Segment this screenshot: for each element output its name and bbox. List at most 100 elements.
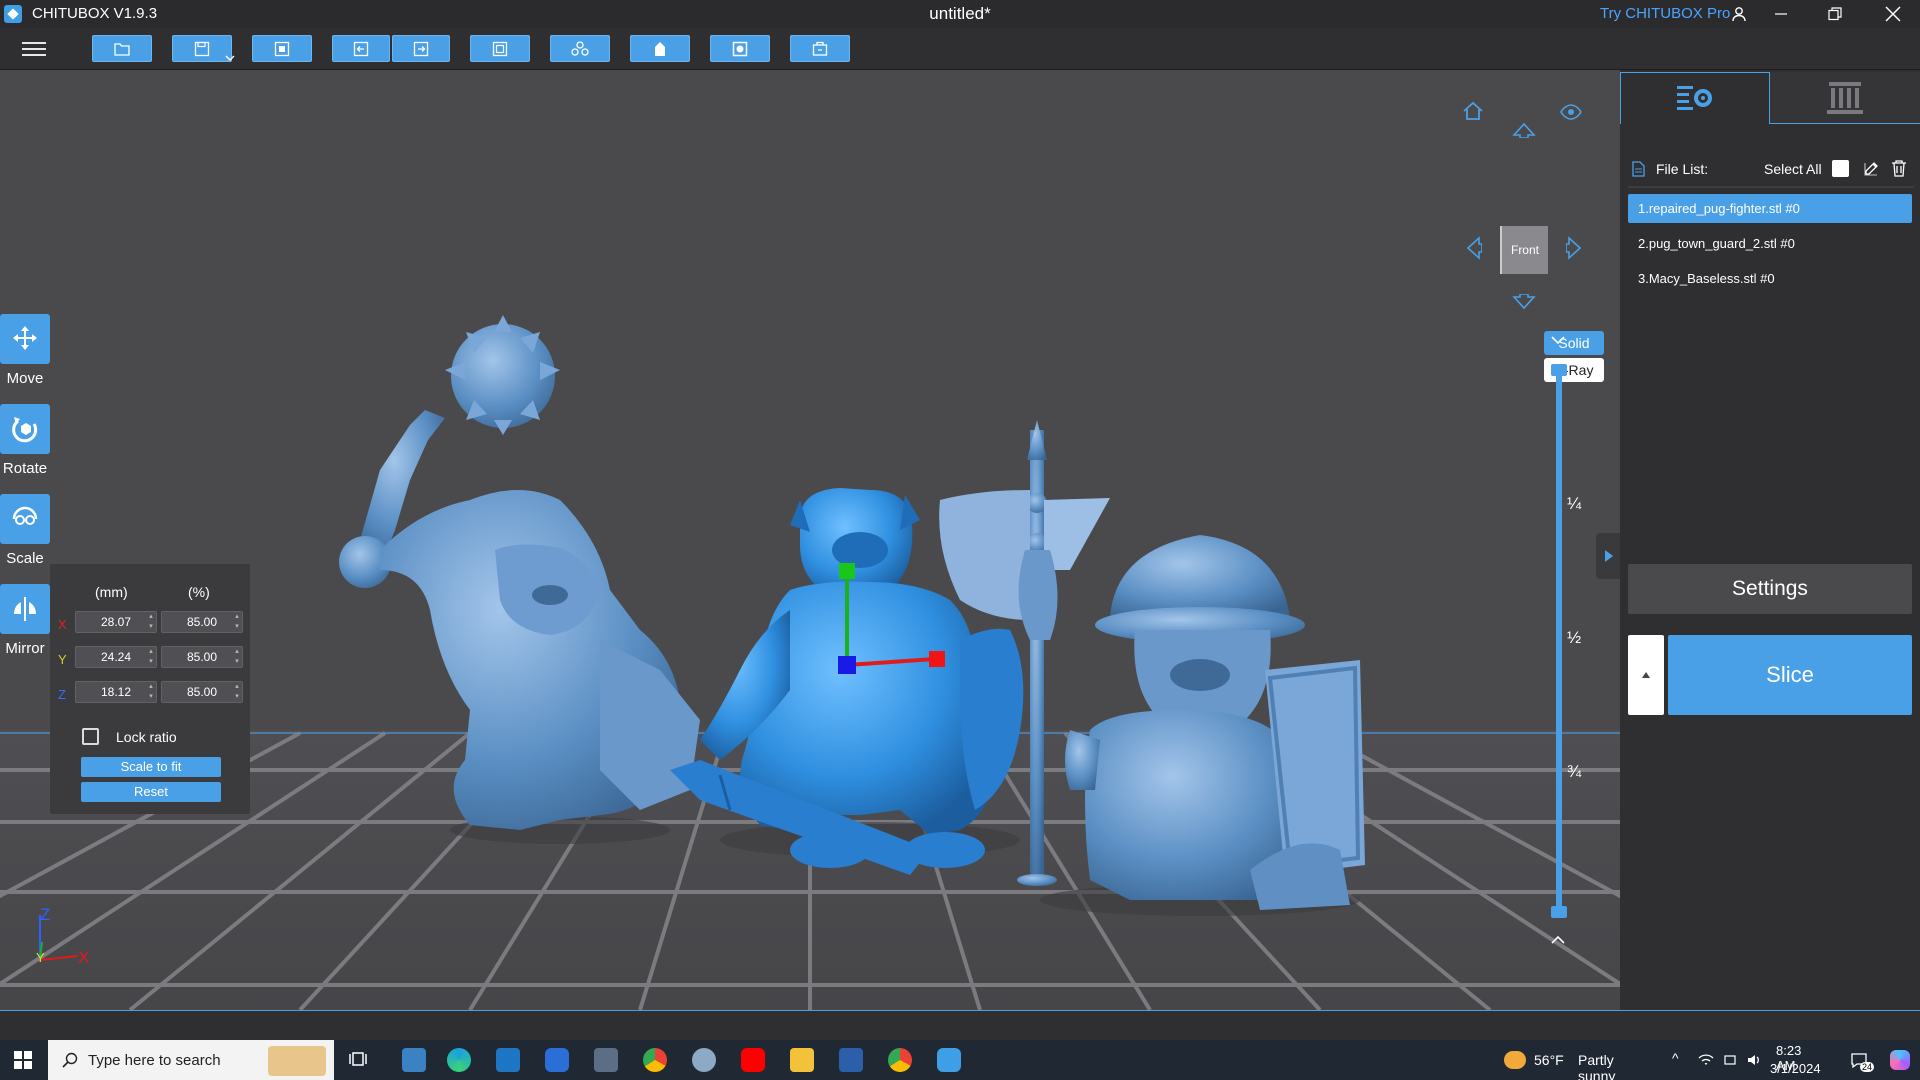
z-mm-input[interactable]: 18.12 <box>75 681 157 703</box>
mirror-tool[interactable]: Mirror <box>0 584 50 657</box>
tab-model-settings[interactable] <box>1620 72 1770 124</box>
pillars-icon <box>1827 82 1863 114</box>
dig-hole-button[interactable] <box>790 35 850 62</box>
move-tool-label: Move <box>6 370 44 387</box>
paint-app-icon[interactable] <box>692 1048 716 1072</box>
layer-slider-track[interactable] <box>1556 370 1562 910</box>
calculator-icon[interactable] <box>594 1048 618 1072</box>
windows-logo-icon <box>14 1051 22 1059</box>
right-panel: File List: Select All 1.repaired_pug-fig… <box>1620 70 1920 1010</box>
restore-icon <box>1828 7 1842 21</box>
slice-options-button[interactable] <box>1628 635 1664 715</box>
screenshot-button[interactable] <box>252 35 312 62</box>
y-axis-label: Y <box>58 652 67 667</box>
youtube-icon[interactable] <box>741 1048 765 1072</box>
eye-icon[interactable] <box>1560 104 1582 120</box>
view-right-arrow-icon[interactable] <box>1566 236 1584 260</box>
front-view-cube[interactable]: Front <box>1500 226 1548 274</box>
file-icon <box>1632 161 1645 177</box>
redo-button[interactable] <box>392 35 450 62</box>
close-icon <box>1885 6 1901 22</box>
file-list-item-3[interactable]: 3.Macy_Baseless.stl #0 <box>1628 264 1912 293</box>
network-icon[interactable] <box>1698 1052 1714 1068</box>
mm-column-header: (mm) <box>95 584 128 600</box>
try-pro-link[interactable]: Try CHITUBOX Pro <box>1600 5 1730 22</box>
triangle-up-icon <box>1642 672 1650 678</box>
mail-icon[interactable] <box>496 1048 520 1072</box>
settings-button[interactable]: Settings <box>1628 564 1912 614</box>
open-file-button[interactable] <box>92 35 152 62</box>
layer-slider-top-handle[interactable] <box>1551 364 1567 376</box>
slider-expand-button[interactable] <box>1550 932 1566 950</box>
minimize-button[interactable] <box>1754 0 1808 28</box>
lock-ratio-label: Lock ratio <box>116 729 177 745</box>
scale-tool[interactable]: Scale <box>0 494 50 567</box>
close-button[interactable] <box>1866 0 1920 28</box>
z-percent-input[interactable]: 85.00 <box>161 681 243 703</box>
weather-description[interactable]: Partly sunny <box>1578 1052 1615 1080</box>
edge-browser-icon[interactable] <box>447 1048 471 1072</box>
auto-layout-button[interactable] <box>550 35 610 62</box>
3d-viewport[interactable]: Z Y X Move Rotate Scale Mirror (mm) (%) … <box>0 70 1620 1010</box>
model-pug-town-guard[interactable] <box>1040 535 1365 916</box>
rotate-tool[interactable]: Rotate <box>0 404 50 477</box>
file-explorer-icon[interactable] <box>790 1048 814 1072</box>
slider-collapse-button[interactable] <box>1550 332 1566 350</box>
axis-x-label: X <box>78 948 89 967</box>
scale-icon <box>0 494 50 544</box>
search-highlight-image <box>268 1046 326 1076</box>
app-title: CHITUBOX V1.9.3 <box>32 5 158 22</box>
copilot-icon[interactable] <box>1890 1050 1910 1070</box>
chitubox-taskbar-icon[interactable] <box>937 1048 961 1072</box>
taskbar-search-box[interactable]: Type here to search <box>48 1040 334 1080</box>
word-app-icon[interactable] <box>839 1048 863 1072</box>
home-view-icon[interactable] <box>1462 100 1484 122</box>
teams-app-icon[interactable] <box>402 1048 426 1072</box>
hole-icon <box>812 41 828 56</box>
reset-button[interactable]: Reset <box>81 782 221 802</box>
slice-button[interactable]: Slice <box>1668 635 1912 715</box>
windows-start-button[interactable] <box>14 1051 32 1069</box>
view-left-arrow-icon[interactable] <box>1464 236 1482 260</box>
scale-to-fit-button[interactable]: Scale to fit <box>81 757 221 777</box>
undo-button[interactable] <box>332 35 390 62</box>
restore-button[interactable] <box>1808 0 1862 28</box>
tab-supports[interactable] <box>1770 72 1920 124</box>
chevron-up-icon <box>1551 935 1565 944</box>
save-button[interactable] <box>172 35 235 62</box>
file-list-item-2[interactable]: 2.pug_town_guard_2.stl #0 <box>1628 229 1912 258</box>
power-icon[interactable] <box>1722 1052 1738 1068</box>
chrome-browser-icon[interactable] <box>643 1048 667 1072</box>
move-tool[interactable]: Move <box>0 314 50 387</box>
edit-icon[interactable] <box>1864 160 1880 176</box>
chevron-down-icon <box>1551 336 1565 345</box>
percent-column-header: (%) <box>188 584 210 600</box>
task-view-icon[interactable] <box>348 1048 372 1072</box>
support-button[interactable] <box>630 35 690 62</box>
trash-icon[interactable] <box>1891 160 1907 177</box>
chrome-profile-icon[interactable] <box>888 1048 912 1072</box>
chevron-up-icon[interactable]: ^ <box>1672 1050 1679 1066</box>
y-percent-input[interactable]: 85.00 <box>161 646 243 668</box>
x-axis-label: X <box>58 617 67 632</box>
hamburger-menu-button[interactable] <box>20 38 48 60</box>
move-icon <box>0 314 50 364</box>
panel-toggle-button[interactable] <box>1596 533 1620 579</box>
weather-icon <box>1504 1051 1526 1069</box>
view-top-arrow-icon[interactable] <box>1512 120 1536 138</box>
x-percent-input[interactable]: 85.00 <box>161 611 243 633</box>
clock-date[interactable]: 3/1/2024 <box>1770 1061 1821 1076</box>
layer-slider-bottom-handle[interactable] <box>1551 906 1567 918</box>
hollow-button[interactable] <box>710 35 770 62</box>
y-mm-input[interactable]: 24.24 <box>75 646 157 668</box>
chitubox-logo-icon <box>4 5 22 23</box>
volume-icon[interactable] <box>1746 1052 1762 1068</box>
copy-model-button[interactable] <box>470 35 530 62</box>
file-list-item-1[interactable]: 1.repaired_pug-fighter.stl #0 <box>1628 194 1912 223</box>
view-bottom-arrow-icon[interactable] <box>1512 294 1536 312</box>
triangle-right-icon <box>1605 550 1613 562</box>
chitubox-pro-icon[interactable] <box>545 1048 569 1072</box>
lock-ratio-checkbox[interactable] <box>82 728 99 745</box>
x-mm-input[interactable]: 28.07 <box>75 611 157 633</box>
select-all-checkbox[interactable] <box>1832 160 1849 177</box>
